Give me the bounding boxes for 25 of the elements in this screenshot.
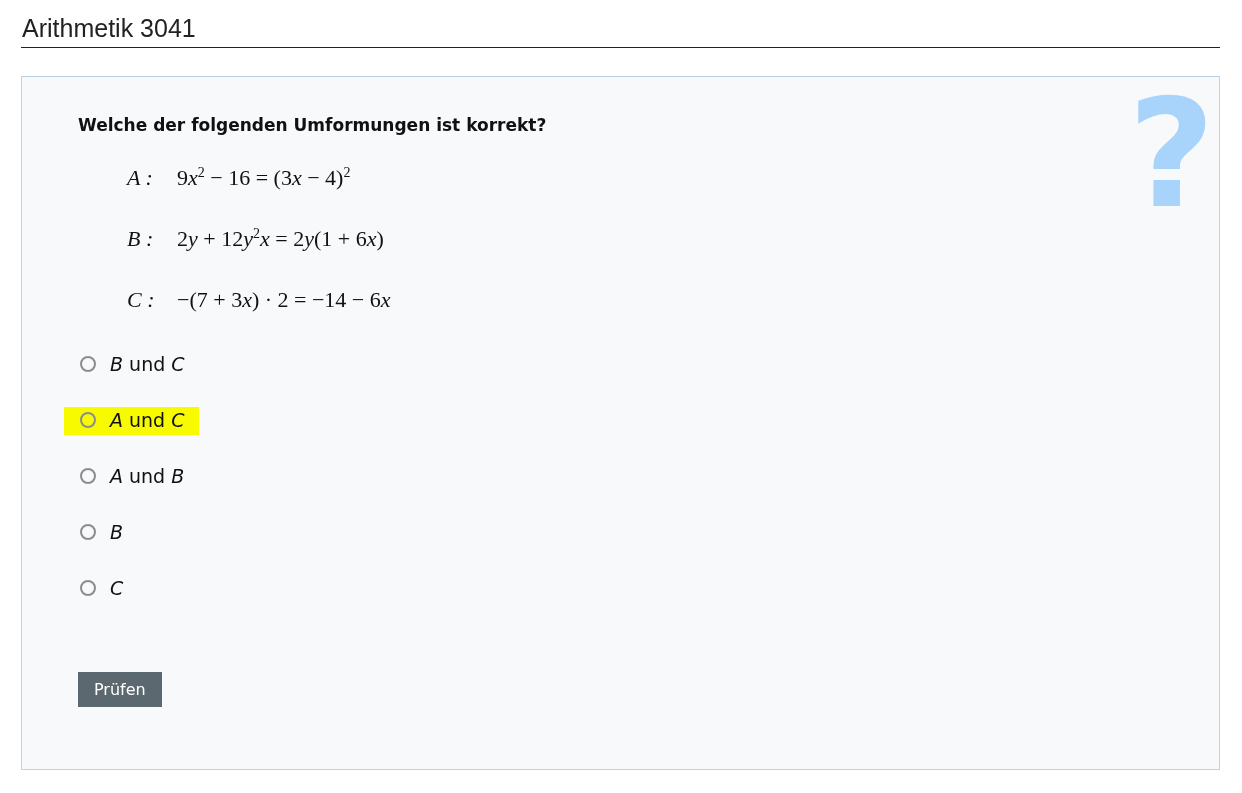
- answer-option[interactable]: B: [78, 518, 134, 547]
- question-mark-icon: ?: [1128, 79, 1215, 229]
- question-text: Welche der folgenden Umformungen ist korrekt?: [78, 115, 548, 135]
- answer-option[interactable]: A und B: [78, 462, 195, 491]
- option-text: C: [110, 576, 124, 599]
- statement-label: B :: [127, 226, 155, 253]
- option-text: B und C: [110, 352, 185, 375]
- radio-button[interactable]: [80, 523, 96, 540]
- option-text: B: [110, 520, 124, 543]
- radio-button[interactable]: [80, 355, 96, 372]
- radio-button[interactable]: [80, 467, 96, 484]
- formula: 2y + 12y$^{2}$x = 2y(1 + 6x): [177, 226, 384, 253]
- check-button[interactable]: Prüfen: [78, 672, 162, 707]
- option-text: A und C: [110, 408, 185, 431]
- highlighted-answer-option[interactable]: A und C: [64, 406, 199, 435]
- answer-option[interactable]: B und C: [78, 350, 195, 379]
- radio-button[interactable]: [80, 579, 96, 596]
- formula: 9x$^{2}$ − 16 = (3x − 4)$^{2}$: [177, 165, 351, 192]
- statement-label: C :: [127, 287, 156, 313]
- statement-label: A :: [127, 165, 154, 192]
- answer-option[interactable]: C: [78, 574, 134, 603]
- radio-button[interactable]: [80, 411, 96, 428]
- page-title: Arithmetik 3041: [21, 10, 1220, 48]
- formula: −(7 + 3x) · 2 = −14 − 6x: [177, 287, 391, 313]
- option-text: A und B: [110, 464, 185, 487]
